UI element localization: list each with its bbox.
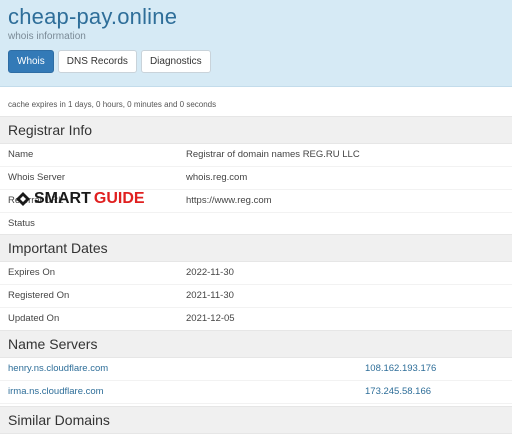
row-key: Status <box>8 218 35 229</box>
domain-title: cheap-pay.online <box>8 4 178 29</box>
nameservers-section: Name Servers henry.ns.cloudflare.com 108… <box>0 330 512 404</box>
info-row: Status <box>0 213 512 236</box>
nameserver-link[interactable]: henry.ns.cloudflare.com <box>8 358 108 380</box>
page-subtitle: whois information <box>8 31 86 42</box>
tab-diagnostics[interactable]: Diagnostics <box>140 50 211 73</box>
info-row: Updated On 2021-12-05 <box>0 308 512 331</box>
nameserver-link[interactable]: irma.ns.cloudflare.com <box>8 381 104 403</box>
cache-note: cache expires in 1 days, 0 hours, 0 minu… <box>8 100 217 109</box>
nameserver-row: irma.ns.cloudflare.com 173.245.58.166 <box>0 381 512 404</box>
info-row: Registered On 2021-11-30 <box>0 285 512 308</box>
row-value: 2021-12-05 <box>186 313 235 324</box>
nameserver-row: henry.ns.cloudflare.com 108.162.193.176 <box>0 358 512 381</box>
watermark-text-smart: SMART <box>34 190 91 207</box>
watermark-text-guide: GUIDE <box>93 190 145 207</box>
registrar-section: Registrar Info Name Registrar of domain … <box>0 116 512 236</box>
section-title: Similar Domains <box>0 406 512 434</box>
tab-dns-records[interactable]: DNS Records <box>57 50 137 73</box>
nameserver-ip-link[interactable]: 108.162.193.176 <box>365 358 436 380</box>
section-title: Registrar Info <box>0 116 512 144</box>
section-title: Important Dates <box>0 234 512 262</box>
row-value: 2021-11-30 <box>186 290 234 301</box>
row-key: Updated On <box>8 313 60 324</box>
row-key: Name <box>8 149 34 160</box>
smartguide-watermark: SMART GUIDE <box>15 190 145 208</box>
row-value: whois.reg.com <box>186 172 248 183</box>
row-value: Registrar of domain names REG.RU LLC <box>186 149 360 160</box>
page-header: cheap-pay.online whois information Whois… <box>0 0 512 87</box>
diamond-logo-icon <box>16 192 30 206</box>
similar-section: Similar Domains <box>0 406 512 434</box>
nameserver-ip-link[interactable]: 173.245.58.166 <box>365 381 431 403</box>
row-value: https://www.reg.com <box>186 195 272 206</box>
tab-whois[interactable]: Whois <box>8 50 54 73</box>
dates-section: Important Dates Expires On 2022-11-30 Re… <box>0 234 512 331</box>
row-value: 2022-11-30 <box>186 267 234 278</box>
info-row: Name Registrar of domain names REG.RU LL… <box>0 144 512 167</box>
row-key: Whois Server <box>8 172 66 183</box>
info-row: Expires On 2022-11-30 <box>0 262 512 285</box>
tab-bar: Whois DNS Records Diagnostics <box>8 50 211 73</box>
info-row: Whois Server whois.reg.com <box>0 167 512 190</box>
section-title: Name Servers <box>0 330 512 358</box>
row-key: Registered On <box>8 290 70 301</box>
row-key: Expires On <box>8 267 55 278</box>
